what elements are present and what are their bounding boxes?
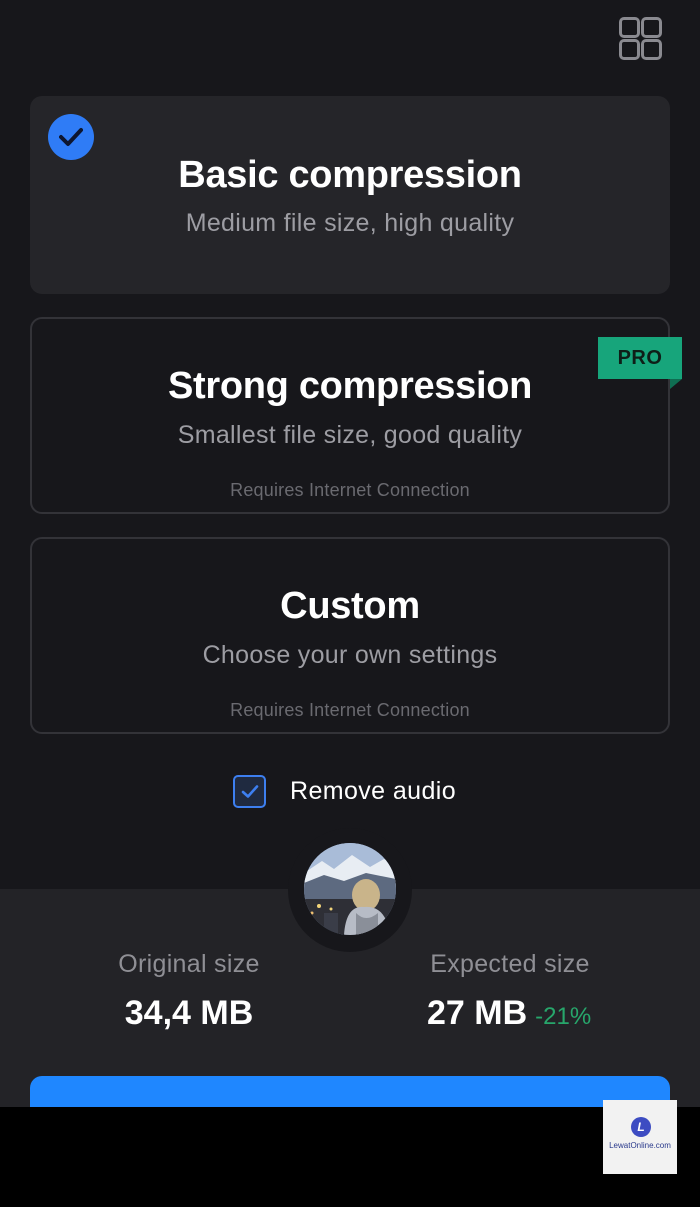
option-basic-compression[interactable]: Basic compression Medium file size, high… bbox=[30, 96, 670, 294]
pro-badge: PRO bbox=[598, 337, 682, 379]
option-title: Basic compression bbox=[178, 154, 522, 196]
bottom-black-bar bbox=[0, 1107, 700, 1207]
option-strong-compression[interactable]: Strong compression Smallest file size, g… bbox=[30, 317, 670, 514]
grid-cell bbox=[619, 17, 640, 38]
grid-cell bbox=[641, 17, 662, 38]
option-note: Requires Internet Connection bbox=[230, 700, 470, 720]
expected-size-row: 27 MB -21% bbox=[427, 994, 591, 1033]
grid-cell bbox=[619, 39, 640, 60]
option-note: Requires Internet Connection bbox=[230, 480, 470, 500]
watermark-circle-icon: L bbox=[631, 1117, 651, 1137]
original-size-value: 34,4 MB bbox=[124, 994, 254, 1032]
expected-size-value: 27 MB bbox=[427, 994, 528, 1032]
remove-audio-checkbox[interactable] bbox=[233, 774, 266, 808]
original-size-label: Original size bbox=[118, 950, 260, 978]
option-title: Custom bbox=[280, 585, 420, 627]
pro-badge-fold bbox=[670, 379, 682, 389]
video-thumbnail[interactable] bbox=[304, 843, 396, 935]
remove-audio-label: Remove audio bbox=[290, 776, 457, 805]
option-title: Strong compression bbox=[167, 365, 533, 407]
expected-size-label: Expected size bbox=[430, 950, 590, 978]
option-custom[interactable]: Custom Choose your own settings Requires… bbox=[30, 537, 670, 734]
option-subtitle: Choose your own settings bbox=[202, 641, 498, 669]
option-subtitle: Medium file size, high quality bbox=[185, 209, 515, 237]
watermark-text: LewatOnline.com bbox=[609, 1141, 671, 1150]
watermark-logo: L LewatOnline.com bbox=[603, 1100, 677, 1174]
expected-size-change: -21% bbox=[535, 1003, 592, 1030]
grid-menu-icon[interactable] bbox=[619, 17, 665, 61]
grid-cell bbox=[641, 39, 662, 60]
remove-audio-row[interactable]: Remove audio bbox=[233, 772, 456, 810]
option-subtitle: Smallest file size, good quality bbox=[177, 421, 523, 449]
